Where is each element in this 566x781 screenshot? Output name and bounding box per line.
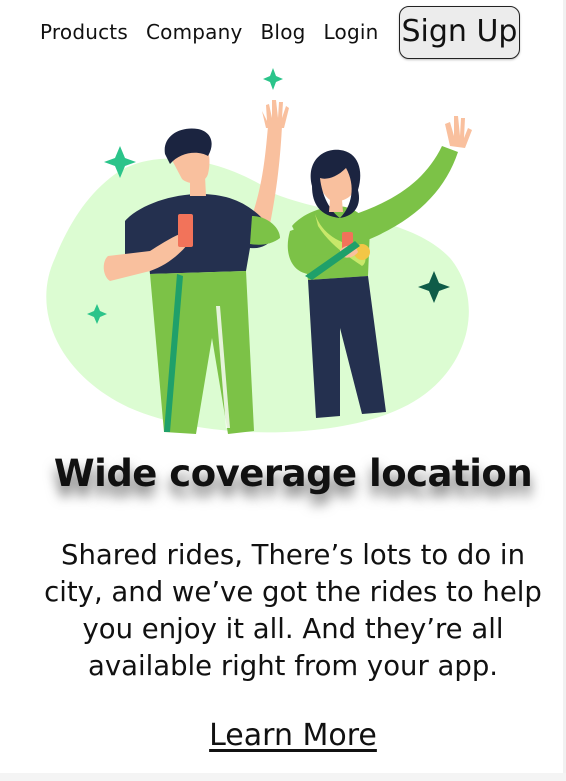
- learn-more-link[interactable]: Learn More: [0, 718, 566, 753]
- bottom-strip: [0, 773, 566, 781]
- sign-up-button[interactable]: Sign Up: [398, 5, 521, 59]
- sparkle-icon: [263, 68, 283, 90]
- top-nav: Products Company Blog Login Sign Up: [40, 4, 521, 60]
- hero-illustration: [46, 68, 472, 434]
- page: Products Company Blog Login Sign Up Wide…: [0, 0, 566, 781]
- nav-link-company[interactable]: Company: [146, 20, 243, 44]
- hero-description: Shared rides, There’s lots to do in city…: [44, 539, 542, 682]
- nav-link-blog[interactable]: Blog: [261, 20, 306, 44]
- headline: Wide coverage location: [53, 452, 533, 495]
- nav-link-login[interactable]: Login: [324, 20, 379, 44]
- nav-link-products[interactable]: Products: [40, 20, 128, 44]
